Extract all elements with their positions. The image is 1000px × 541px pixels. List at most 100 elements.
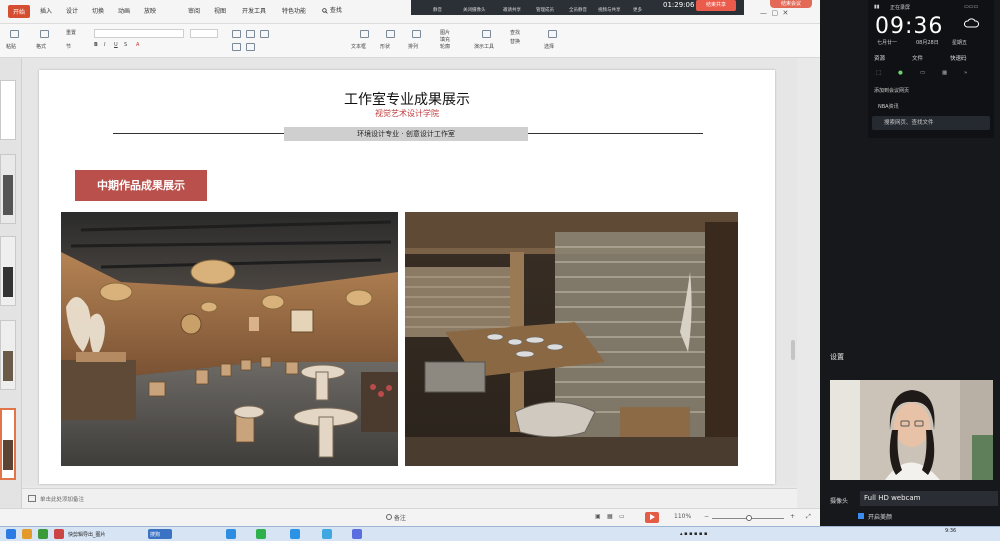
meeting-timer: 01:29:06 <box>663 1 695 9</box>
status-bar: 备注 ▣ ▦ ▭ 110% − + ⤢ <box>0 508 820 526</box>
end-share-button[interactable]: 结束共享 <box>696 0 736 11</box>
mute-all-button[interactable]: 全员静音 <box>569 7 587 13</box>
chat-icon[interactable]: ▭ <box>920 70 925 76</box>
fit-window-icon[interactable]: ⤢ <box>806 513 811 521</box>
paste-icon[interactable] <box>10 30 19 38</box>
arrange-icon[interactable] <box>412 30 421 38</box>
grid-icon[interactable]: ▦ <box>942 70 947 76</box>
slide-thumbnail[interactable] <box>0 320 16 390</box>
bullets-icon[interactable] <box>232 43 241 51</box>
end-meeting-button[interactable]: 结束会议 <box>770 0 812 8</box>
tab-view[interactable]: 视图 <box>214 6 226 15</box>
resources-button[interactable]: 资源 <box>874 54 885 62</box>
replace-button[interactable]: 替换 <box>510 38 520 45</box>
tab-insert[interactable]: 插入 <box>40 6 52 15</box>
slide-canvas: 工作室专业成果展示 视觉艺术设计学院 环境设计专业 · 创意设计工作室 中期作品… <box>22 58 797 486</box>
present-tools-icon[interactable] <box>482 30 491 38</box>
invite-share-button[interactable]: 邀请共享 <box>503 7 521 13</box>
arrange-label: 排列 <box>408 44 419 50</box>
window-controls[interactable]: — ▢ ✕ <box>760 9 788 17</box>
select-icon[interactable] <box>548 30 557 38</box>
slide-subtitle[interactable]: 视觉艺术设计学院 <box>39 108 775 119</box>
widget-search-box[interactable]: 搜索网页、查找文件 <box>872 116 990 130</box>
tab-design[interactable]: 设计 <box>66 6 78 15</box>
ribbon-search[interactable]: 查找 <box>322 5 342 14</box>
section-label[interactable]: 节 <box>66 43 71 50</box>
start-icon[interactable] <box>6 529 16 539</box>
camera-off-button[interactable]: 关闭摄像头 <box>463 7 486 13</box>
zoom-level[interactable]: 110% <box>674 513 691 520</box>
font-style-row: B I U S A <box>94 42 140 48</box>
mute-button[interactable]: 静音 <box>433 7 442 13</box>
photo-restaurant-interior[interactable] <box>61 212 398 466</box>
section-tag[interactable]: 中期作品成果展示 <box>75 170 207 201</box>
tab-dev-tools[interactable]: 开发工具 <box>242 6 266 15</box>
tab-special[interactable]: 特色功能 <box>282 6 306 15</box>
notes-toggle[interactable]: 备注 <box>386 513 406 522</box>
quick-code-button[interactable]: 快速码 <box>950 54 967 62</box>
app-icon[interactable] <box>38 529 48 539</box>
zoom-out-button[interactable]: − <box>704 513 709 520</box>
tab-start[interactable]: 开始 <box>8 5 31 18</box>
slide-thumbnail-selected[interactable] <box>0 408 16 480</box>
align-right-icon[interactable] <box>260 30 269 38</box>
news-link[interactable]: NBA资讯 <box>878 103 899 110</box>
picture-button[interactable]: 图片 <box>440 29 450 36</box>
tab-transition[interactable]: 切换 <box>92 6 104 15</box>
textbox-label: 文本框 <box>351 44 367 50</box>
align-center-icon[interactable] <box>246 30 255 38</box>
reading-view-icon[interactable]: ▭ <box>619 513 625 520</box>
numbering-icon[interactable] <box>246 43 255 51</box>
taskbar-item-sogou[interactable]: 搜狗 <box>150 531 160 538</box>
manage-members-button[interactable]: 管理成员 <box>536 7 554 13</box>
font-name-select[interactable] <box>94 29 184 38</box>
find-button[interactable]: 查找 <box>510 29 520 36</box>
wps-icon[interactable] <box>352 529 362 539</box>
fill-button[interactable]: 填充 <box>440 36 450 43</box>
taskbar-item-export[interactable]: 快剪辑导出_图片 <box>68 531 106 538</box>
tab-slideshow[interactable]: 放映 <box>144 6 156 15</box>
taskbar-clock: 9:36 <box>945 528 957 534</box>
app-icon[interactable] <box>54 529 64 539</box>
more-button[interactable]: 更多 <box>633 7 642 13</box>
files-button[interactable]: 文件 <box>912 54 923 62</box>
explorer-icon[interactable] <box>22 529 32 539</box>
scrollbar-thumb[interactable] <box>791 340 795 360</box>
tab-review[interactable]: 审阅 <box>188 6 200 15</box>
slide-thumbnail[interactable] <box>0 236 16 306</box>
shape-icon[interactable] <box>386 30 395 38</box>
app-icon[interactable] <box>322 529 332 539</box>
slide-thumbnail[interactable] <box>0 154 16 224</box>
photo-tea-room[interactable] <box>405 212 738 466</box>
camera-select[interactable]: Full HD webcam <box>860 491 998 506</box>
canvas-scrollbar[interactable] <box>790 80 796 480</box>
chevron-right-icon[interactable]: » <box>964 70 967 76</box>
outline-button[interactable]: 轮廓 <box>440 43 450 50</box>
new-slide-icon[interactable] <box>40 30 49 38</box>
meeting-app-icon[interactable] <box>290 529 300 539</box>
zoom-in-button[interactable]: + <box>790 513 795 520</box>
slide[interactable]: 工作室专业成果展示 视觉艺术设计学院 环境设计专业 · 创意设计工作室 中期作品… <box>39 70 775 484</box>
add-to-meeting-link[interactable]: 添加到会议网页 <box>874 87 909 94</box>
crop-icon[interactable]: ⬚ <box>876 70 881 76</box>
weekday: 星期五 <box>952 40 968 46</box>
slide-band-text[interactable]: 环境设计专业 · 创意设计工作室 <box>284 127 528 141</box>
textbox-icon[interactable] <box>360 30 369 38</box>
video-share-button[interactable]: 视频与共享 <box>598 7 621 13</box>
tab-animation[interactable]: 动画 <box>118 6 130 15</box>
camera-label: 摄像头 <box>830 498 849 505</box>
normal-view-icon[interactable]: ▣ <box>595 513 601 520</box>
reset-label[interactable]: 重置 <box>66 29 76 36</box>
zoom-slider-knob[interactable] <box>746 515 752 521</box>
wechat-icon[interactable] <box>256 529 266 539</box>
slide-title[interactable]: 工作室专业成果展示 <box>39 89 775 109</box>
align-left-icon[interactable] <box>232 30 241 38</box>
font-size-select[interactable] <box>190 29 218 38</box>
sorter-view-icon[interactable]: ▦ <box>607 513 613 520</box>
beauty-checkbox[interactable] <box>858 513 864 519</box>
notes-pane[interactable]: 单击此处添加备注 <box>22 488 797 508</box>
slide-thumbnail[interactable] <box>0 80 16 140</box>
play-slideshow-button[interactable] <box>645 512 659 523</box>
tray-icons[interactable]: ▴ ▪ ▪ ▪ ▪ ▪ <box>680 531 707 537</box>
browser-icon[interactable] <box>226 529 236 539</box>
